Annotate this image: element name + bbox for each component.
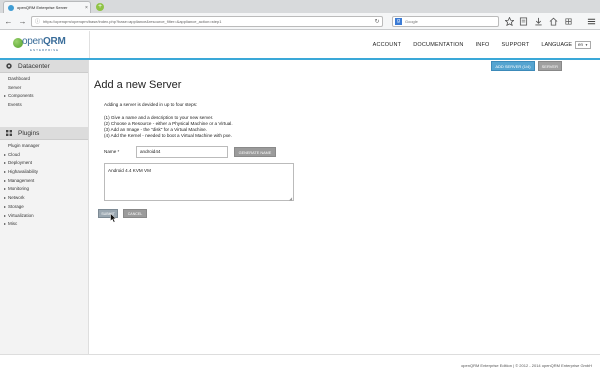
url-bar[interactable]: ⓘ https://openqrm/openqrm/base/index.php… bbox=[31, 16, 383, 27]
bookmark-star-icon[interactable] bbox=[505, 17, 514, 26]
plugin-item-plugin-manager[interactable]: Plugin manager bbox=[0, 142, 88, 151]
copyright-text: openQRM Enterprise Edition | © 2012 - 20… bbox=[461, 363, 592, 368]
tab-close-icon[interactable]: × bbox=[83, 5, 90, 11]
sidebar-item-events[interactable]: Events bbox=[0, 101, 88, 110]
mouse-cursor-icon bbox=[110, 213, 117, 223]
menu-icon[interactable] bbox=[587, 17, 596, 26]
new-tab-icon[interactable]: + bbox=[96, 3, 104, 11]
plugin-item-deployment[interactable]: Deployment bbox=[0, 159, 88, 168]
name-label: Name * bbox=[104, 149, 120, 154]
nav-info[interactable]: INFO bbox=[476, 42, 490, 48]
plugin-item-virtualization[interactable]: Virtualization bbox=[0, 212, 88, 221]
forward-icon[interactable]: → bbox=[17, 16, 28, 27]
main-toolbar: ADD SERVER (1/4) SERVER bbox=[491, 61, 562, 71]
chevron-down-icon: ▼ bbox=[585, 42, 588, 47]
datacenter-menu: DashboardServerComponentsEvents bbox=[0, 73, 88, 110]
name-input[interactable]: android44 bbox=[136, 146, 228, 158]
download-icon[interactable] bbox=[534, 17, 543, 26]
datacenter-title: Datacenter bbox=[18, 62, 50, 70]
language-select[interactable]: en ▼ bbox=[575, 40, 591, 49]
header-divider bbox=[89, 31, 90, 58]
cancel-button[interactable]: CANCEL bbox=[123, 209, 147, 218]
sidebar-item-server[interactable]: Server bbox=[0, 84, 88, 93]
language-value: en bbox=[578, 42, 584, 47]
page-footer: openQRM Enterprise Edition | © 2012 - 20… bbox=[0, 354, 600, 374]
nav-support[interactable]: SUPPORT bbox=[502, 42, 530, 48]
browser-search-bar[interactable]: g bbox=[392, 16, 499, 27]
intro-text: Adding a server is devided in up to four… bbox=[104, 102, 198, 107]
favicon-icon bbox=[8, 4, 14, 11]
steps-list: (1) Give a name and a description to you… bbox=[104, 115, 233, 139]
openqrm-logo[interactable]: openQRM ENTERPRISE bbox=[9, 34, 87, 56]
logo-subtitle: ENTERPRISE bbox=[30, 48, 60, 52]
language-label: LANGUAGE bbox=[541, 41, 572, 48]
plugin-item-management[interactable]: Management bbox=[0, 177, 88, 186]
generate-name-button[interactable]: GENERATE NAME bbox=[234, 147, 276, 157]
plugin-item-cloud[interactable]: Cloud bbox=[0, 151, 88, 160]
plugins-menu: Plugin managerCloudDeploymentHighavailab… bbox=[0, 140, 88, 229]
home-icon[interactable] bbox=[549, 17, 558, 26]
resize-grip-icon[interactable]: ◢ bbox=[289, 196, 292, 201]
server-button[interactable]: SERVER bbox=[537, 61, 562, 71]
logo-text: openQRM bbox=[22, 36, 66, 47]
sidebar-item-components[interactable]: Components bbox=[0, 92, 88, 101]
nav-account[interactable]: ACCOUNT bbox=[373, 42, 402, 48]
step-item: (4) Add the Kernel - needed to boot a Vi… bbox=[104, 133, 232, 139]
top-navigation: ACCOUNT DOCUMENTATION INFO SUPPORT LANGU… bbox=[373, 31, 600, 58]
description-textarea[interactable]: Android 4.4 KVM VM bbox=[104, 163, 294, 201]
site-info-icon[interactable]: ⓘ bbox=[35, 18, 40, 25]
sidebar: Datacenter DashboardServerComponentsEven… bbox=[0, 60, 89, 354]
plugin-item-misc[interactable]: Misc bbox=[0, 220, 88, 229]
browser-tab[interactable]: openQRM Enterprise Server × bbox=[3, 1, 91, 13]
browser-nav-bar: ← → ⓘ https://openqrm/openqrm/base/index… bbox=[0, 13, 600, 30]
page-title: Add a new Server bbox=[94, 79, 182, 91]
add-server-button[interactable]: ADD SERVER (1/4) bbox=[491, 61, 535, 71]
plugins-header[interactable]: Plugins bbox=[0, 127, 88, 140]
browser-tab-bar: openQRM Enterprise Server × + bbox=[0, 0, 600, 13]
url-text[interactable]: https://openqrm/openqrm/base/index.php?b… bbox=[43, 19, 372, 24]
plugin-item-highavailability[interactable]: Highavailability bbox=[0, 168, 88, 177]
sidebar-item-dashboard[interactable]: Dashboard bbox=[0, 75, 88, 84]
plugin-item-monitoring[interactable]: Monitoring bbox=[0, 185, 88, 194]
datacenter-header[interactable]: Datacenter bbox=[0, 60, 88, 73]
plugins-grid-icon bbox=[6, 130, 12, 136]
search-engine-icon[interactable]: g bbox=[395, 18, 402, 25]
nav-documentation[interactable]: DOCUMENTATION bbox=[413, 42, 463, 48]
reading-list-icon[interactable] bbox=[519, 17, 528, 26]
addon-icon[interactable] bbox=[564, 17, 573, 26]
back-icon[interactable]: ← bbox=[3, 16, 14, 27]
plugin-item-network[interactable]: Network bbox=[0, 194, 88, 203]
reload-icon[interactable]: ↻ bbox=[372, 18, 382, 25]
tab-title: openQRM Enterprise Server bbox=[17, 5, 68, 10]
plugins-section: Plugins Plugin managerCloudDeploymentHig… bbox=[0, 127, 88, 229]
browser-search-input[interactable] bbox=[405, 19, 495, 24]
main-content: ADD SERVER (1/4) SERVER Add a new Server… bbox=[90, 60, 600, 354]
datacenter-icon bbox=[6, 63, 12, 69]
plugin-item-storage[interactable]: Storage bbox=[0, 203, 88, 212]
plugins-title: Plugins bbox=[18, 129, 40, 137]
